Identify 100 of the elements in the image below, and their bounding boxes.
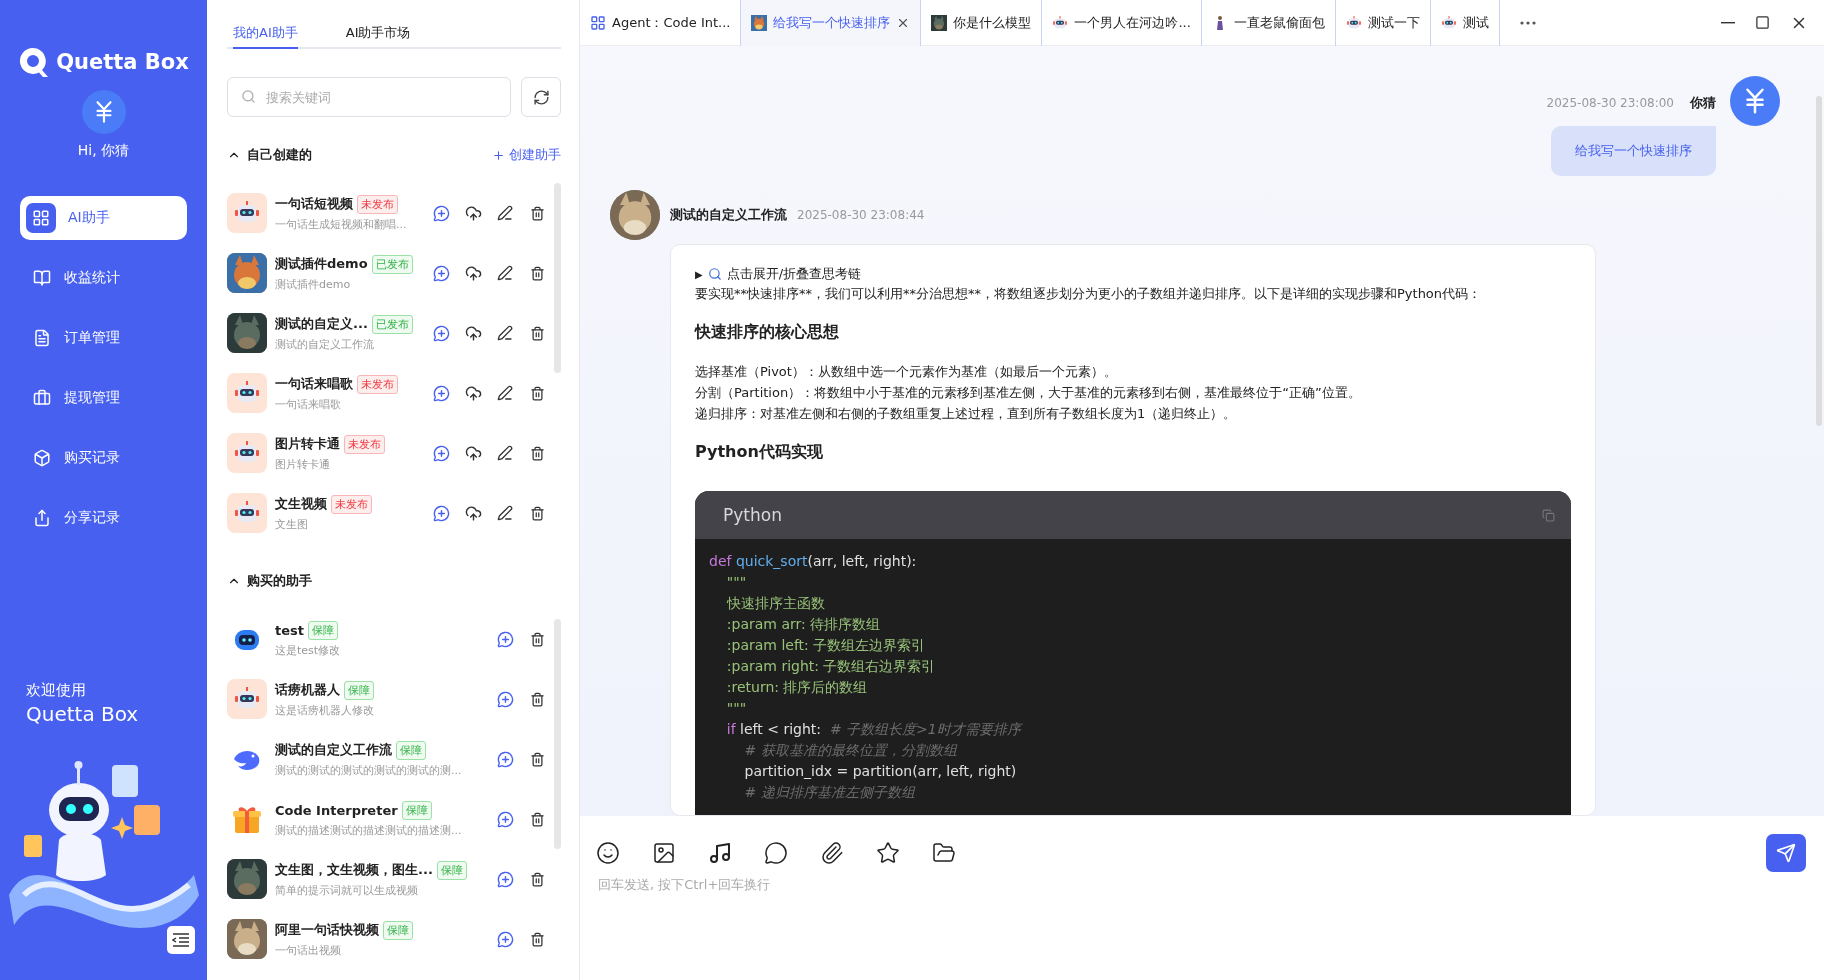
panel-tab[interactable]: 我的AI助手 [233, 20, 298, 49]
chat-button[interactable] [431, 443, 451, 463]
assistant-description: 这是test修改 [275, 642, 341, 658]
chat-button[interactable] [431, 203, 451, 223]
chat-plus-icon [496, 690, 514, 708]
edit-button[interactable] [495, 263, 515, 283]
triangle-mark[interactable]: ▶ [695, 268, 703, 280]
chat-tab[interactable]: 测试一下 [1335, 0, 1431, 46]
scrollbar[interactable] [554, 183, 561, 373]
edit-button[interactable] [495, 203, 515, 223]
scrollbar[interactable] [1816, 96, 1822, 426]
message-time: 2025-08-30 23:08:44 [797, 208, 925, 222]
nav-item[interactable]: AI助手 [20, 196, 187, 240]
panel-tab[interactable]: AI助手市场 [345, 20, 411, 49]
chat-plus-icon [496, 630, 514, 648]
nav-label: 购买记录 [64, 449, 120, 467]
status-badge: 未发布 [357, 194, 398, 214]
chat-button[interactable] [431, 503, 451, 523]
send-button[interactable] [1766, 834, 1806, 872]
attach-button[interactable] [820, 841, 844, 865]
document-icon [33, 329, 51, 347]
star-icon [876, 841, 900, 865]
upload-button[interactable] [463, 503, 483, 523]
user-avatar[interactable] [81, 90, 126, 134]
menu-icon [172, 933, 190, 947]
upload-button[interactable] [463, 383, 483, 403]
nav-item[interactable]: 订单管理 [20, 316, 187, 360]
upload-button[interactable] [463, 443, 483, 463]
status-badge: 保障 [396, 740, 426, 760]
maximize-icon [1755, 15, 1770, 30]
cloud-upload-icon [464, 264, 482, 282]
tab-label: Agent：Code Int... [612, 13, 731, 32]
pen-icon [497, 325, 513, 341]
tab-label: 测试一下 [1367, 13, 1420, 32]
chat-button[interactable] [431, 323, 451, 343]
create-assistant-button[interactable]: 创建助手 [492, 146, 561, 164]
thinking-toggle[interactable]: 点击展开/折叠查思考链 [726, 265, 862, 283]
emoji-button[interactable] [596, 841, 620, 865]
search-field[interactable]: 搜索关键词 [227, 77, 511, 117]
nav-item[interactable]: 提现管理 [20, 376, 187, 420]
music-button[interactable] [708, 841, 732, 865]
status-badge: 保障 [308, 620, 338, 640]
assistant-name: 测试插件demo [275, 255, 368, 273]
nav-item[interactable]: 购买记录 [20, 436, 187, 480]
paperclip-icon [820, 841, 844, 865]
trash-icon [529, 691, 545, 707]
image-icon [652, 841, 676, 865]
edit-button[interactable] [495, 383, 515, 403]
status-badge: 保障 [344, 680, 374, 700]
edit-button[interactable] [495, 443, 515, 463]
upload-button[interactable] [463, 263, 483, 283]
code-line: :param arr: 待排序数组 [725, 615, 882, 634]
chat-plus-icon [432, 204, 450, 222]
upload-button[interactable] [463, 323, 483, 343]
nav-item[interactable]: 收益统计 [20, 256, 187, 300]
sticker-button[interactable] [764, 841, 788, 865]
maximize-button[interactable] [1755, 13, 1770, 32]
refresh-button[interactable] [521, 77, 561, 117]
code-language: Python [723, 505, 782, 525]
chat-button[interactable] [495, 809, 515, 829]
chat-tab[interactable]: 测试 [1430, 0, 1500, 46]
message-input[interactable]: 回车发送, 按下Ctrl+回车换行 [596, 876, 1806, 893]
code-line: if left < right: # 子数组长度>1时才需要排序 [725, 720, 1024, 739]
assistant-name: 阿里一句话快视频 [275, 921, 379, 939]
assistant-description: 一句话出视频 [275, 942, 341, 958]
edit-button[interactable] [495, 323, 515, 343]
scrollbar[interactable] [554, 619, 561, 849]
chat-button[interactable] [495, 629, 515, 649]
edit-button[interactable] [495, 503, 515, 523]
chat-tab[interactable]: 一直老鼠偷面包 [1201, 0, 1336, 46]
chat-plus-icon [496, 930, 514, 948]
chat-plus-icon [496, 750, 514, 768]
trash-icon [529, 751, 545, 767]
nav-item[interactable]: 分享记录 [20, 496, 187, 540]
chat-tab[interactable]: 给我写一个快速排序 [741, 0, 922, 46]
section-title: 自己创建的 [247, 146, 312, 164]
chat-button[interactable] [495, 869, 515, 889]
assistant-description: 简单的提示词就可以生成视频 [275, 882, 418, 898]
chat-button[interactable] [431, 383, 451, 403]
trash-icon [529, 265, 545, 281]
tab-label: 你是什么模型 [953, 13, 1032, 32]
chat-button[interactable] [495, 749, 515, 769]
folder-button[interactable] [932, 841, 956, 865]
image-button[interactable] [652, 841, 676, 865]
code-line: :param left: 子数组左边界索引 [725, 636, 927, 655]
share-icon [33, 509, 51, 527]
chat-tab[interactable]: 一个男人在河边吟... [1042, 0, 1202, 46]
chat-button[interactable] [495, 929, 515, 949]
chat-tab[interactable]: 你是什么模型 [921, 0, 1043, 46]
chat-button[interactable] [495, 689, 515, 709]
chat-plus-icon [432, 444, 450, 462]
favorite-button[interactable] [876, 841, 900, 865]
chat-plus-icon [432, 264, 450, 282]
chat-button[interactable] [431, 263, 451, 283]
status-badge: 保障 [401, 800, 432, 820]
point-text: 选择基准（Pivot）：从数组中选一个元素作为基准（如最后一个元素）。 [695, 363, 1118, 381]
code-line: # 递归排序基准左侧子数组 [743, 783, 917, 802]
upload-button[interactable] [463, 203, 483, 223]
collapse-button[interactable] [167, 926, 195, 954]
code-line: 快速排序主函数 [725, 594, 826, 613]
